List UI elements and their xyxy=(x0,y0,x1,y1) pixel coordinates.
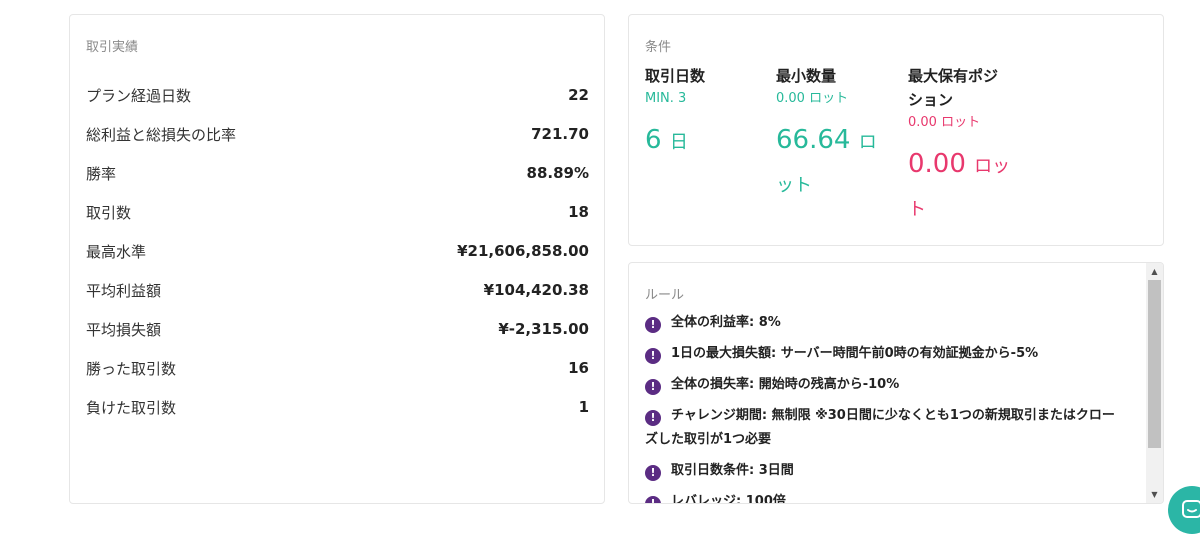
condition-value-unit: ロ xyxy=(858,132,877,153)
conditions-card: 条件 取引日数 MIN. 3 6 日 最小数量 0.00 ロット 66.64 ロ… xyxy=(628,14,1164,246)
scroll-down-arrow-icon[interactable]: ▼ xyxy=(1146,486,1163,503)
stat-row-winning-trades: 勝った取引数 16 xyxy=(86,356,589,380)
stat-value: ¥21,606,858.00 xyxy=(457,242,589,260)
rule-text: 取引日数条件: 3日間 xyxy=(671,463,794,478)
stat-label: 平均損失額 xyxy=(86,320,162,339)
rule-item: ! 1日の最大損失額: サーバー時間午前0時の有効証拠金から-5% xyxy=(645,342,1135,366)
scroll-thumb[interactable] xyxy=(1148,280,1161,448)
rules-scroll-area[interactable]: ルール ! 全体の利益率: 8% ! 1日の最大損失額: サーバー時間午前0時の有効… xyxy=(629,263,1146,503)
condition-title: 取引日数 xyxy=(645,67,706,85)
condition-value-number: 0.00 xyxy=(908,149,966,179)
condition-sub: 0.00 ロット xyxy=(908,115,981,130)
stat-row-average-loss: 平均損失額 ¥-2,315.00 xyxy=(86,317,589,341)
stat-value: 1 xyxy=(578,398,589,416)
stat-value: 16 xyxy=(568,359,589,377)
stat-row-average-profit: 平均利益額 ¥104,420.38 xyxy=(86,278,589,302)
conditions-title: 条件 xyxy=(645,40,672,55)
stat-row-win-rate: 勝率 88.89% xyxy=(86,161,589,185)
stat-label: 勝った取引数 xyxy=(86,359,177,378)
condition-value-unit: ロッ xyxy=(974,156,1011,177)
stat-value: 88.89% xyxy=(526,164,589,182)
condition-value-number: 6 xyxy=(645,125,662,155)
chat-icon xyxy=(1182,500,1200,518)
condition-value-unit: 日 xyxy=(669,132,688,153)
stat-label: 取引数 xyxy=(86,203,132,222)
exclamation-icon: ! xyxy=(645,410,661,426)
stat-label: 最高水準 xyxy=(86,242,147,261)
trading-results-card: 取引実績 プラン経過日数 22 総利益と総損失の比率 721.70 勝率 88.… xyxy=(69,14,605,504)
exclamation-icon: ! xyxy=(645,317,661,333)
condition-min-volume: 最小数量 0.00 ロット 66.64 ロ ット xyxy=(776,64,896,206)
scroll-up-arrow-icon[interactable]: ▲ xyxy=(1146,263,1163,280)
rule-item: ! チャレンジ期間: 無制限 ※30日間に少なくとも1つの新規取引またはクロー ズ… xyxy=(645,404,1135,452)
condition-value-unit-cont: ット xyxy=(776,175,812,196)
stat-label: 勝率 xyxy=(86,164,117,183)
rule-text: チャレンジ期間: 無制限 ※30日間に少なくとも1つの新規取引またはクロー xyxy=(671,408,1115,423)
stat-row-plan-days: プラン経過日数 22 xyxy=(86,83,589,107)
stat-row-losing-trades: 負けた取引数 1 xyxy=(86,395,589,419)
condition-sub: MIN. 3 xyxy=(645,91,687,106)
rules-scrollbar[interactable]: ▲ ▼ xyxy=(1146,263,1163,503)
chat-launcher-button[interactable] xyxy=(1168,486,1200,534)
condition-title: 最大保有ポジ ション xyxy=(908,64,1028,112)
exclamation-icon: ! xyxy=(645,496,661,503)
rule-text: レバレッジ: 100倍 xyxy=(671,494,786,503)
rule-item: ! レバレッジ: 100倍 xyxy=(645,490,1135,503)
stat-row-highest-level: 最高水準 ¥21,606,858.00 xyxy=(86,239,589,263)
condition-title: 最小数量 xyxy=(776,67,837,85)
stat-row-profit-loss-ratio: 総利益と総損失の比率 721.70 xyxy=(86,122,589,146)
condition-value: 66.64 ロ ット xyxy=(776,120,896,206)
stat-value: ¥-2,315.00 xyxy=(498,320,589,338)
rule-text-cont: ズした取引が1つ必要 xyxy=(645,432,772,447)
stat-value: ¥104,420.38 xyxy=(483,281,589,299)
exclamation-icon: ! xyxy=(645,348,661,364)
rules-card: ルール ! 全体の利益率: 8% ! 1日の最大損失額: サーバー時間午前0時の有効… xyxy=(628,262,1164,504)
condition-value-unit-cont: ト xyxy=(908,199,926,220)
condition-value: 0.00 ロッ ト xyxy=(908,144,1028,230)
rule-item: ! 取引日数条件: 3日間 xyxy=(645,459,1135,483)
condition-sub: 0.00 ロット xyxy=(776,91,849,106)
condition-title-line2: ション xyxy=(908,91,954,109)
condition-value: 6 日 xyxy=(645,120,765,163)
rule-text: 1日の最大損失額: サーバー時間午前0時の有効証拠金から-5% xyxy=(671,346,1039,361)
condition-max-position: 最大保有ポジ ション 0.00 ロット 0.00 ロッ ト xyxy=(908,64,1028,230)
exclamation-icon: ! xyxy=(645,379,661,395)
trading-results-title: 取引実績 xyxy=(86,40,139,55)
stat-label: 平均利益額 xyxy=(86,281,162,300)
stat-value: 18 xyxy=(568,203,589,221)
stat-value: 22 xyxy=(568,86,589,104)
stat-label: 負けた取引数 xyxy=(86,398,177,417)
stat-row-trade-count: 取引数 18 xyxy=(86,200,589,224)
rule-item: ! 全体の利益率: 8% xyxy=(645,311,1135,335)
stat-value: 721.70 xyxy=(531,125,589,143)
rules-title: ルール xyxy=(645,288,685,303)
condition-trading-days: 取引日数 MIN. 3 6 日 xyxy=(645,64,765,163)
stat-label: 総利益と総損失の比率 xyxy=(86,125,237,144)
rule-text: 全体の利益率: 8% xyxy=(671,315,781,330)
stat-label: プラン経過日数 xyxy=(86,86,192,105)
rule-text: 全体の損失率: 開始時の残高から-10% xyxy=(671,377,900,392)
rule-item: ! 全体の損失率: 開始時の残高から-10% xyxy=(645,373,1135,397)
condition-value-number: 66.64 xyxy=(776,125,851,155)
exclamation-icon: ! xyxy=(645,465,661,481)
condition-title-line1: 最大保有ポジ xyxy=(908,67,999,85)
